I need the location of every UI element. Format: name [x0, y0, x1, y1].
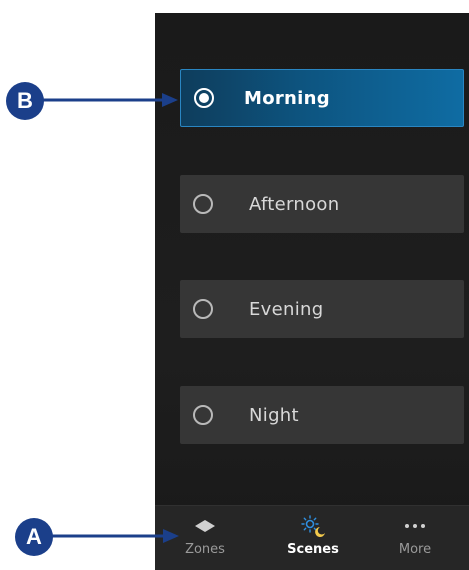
- radio-selected-icon: [194, 88, 214, 108]
- callout-letter: B: [17, 88, 33, 113]
- callout-b-arrow: [40, 93, 178, 107]
- scene-label: Evening: [249, 298, 324, 320]
- callout-b-badge: B: [6, 82, 44, 120]
- tab-label: More: [398, 542, 432, 557]
- scene-item-evening[interactable]: Evening: [180, 280, 464, 338]
- more-dots-icon: [370, 516, 460, 536]
- radio-unselected-icon: [193, 194, 213, 214]
- callout-letter: A: [26, 524, 42, 549]
- radio-unselected-icon: [193, 299, 213, 319]
- tab-more[interactable]: More: [370, 516, 460, 557]
- tab-label: Scenes: [287, 542, 339, 557]
- app-screen: Morning Afternoon Evening Night Zones Sc…: [155, 13, 469, 570]
- scenes-sun-moon-icon: [268, 515, 358, 537]
- bottom-tab-bar: Zones Scenes More: [155, 505, 469, 570]
- callout-a-badge: A: [15, 518, 53, 556]
- radio-unselected-icon: [193, 405, 213, 425]
- scene-item-afternoon[interactable]: Afternoon: [180, 175, 464, 233]
- scene-item-night[interactable]: Night: [180, 386, 464, 444]
- scene-label: Night: [249, 404, 299, 426]
- scene-label: Morning: [244, 87, 330, 109]
- callout-a-arrow: [49, 529, 179, 543]
- scene-item-morning[interactable]: Morning: [180, 69, 464, 127]
- scene-label: Afternoon: [249, 193, 340, 215]
- tab-scenes[interactable]: Scenes: [268, 515, 358, 557]
